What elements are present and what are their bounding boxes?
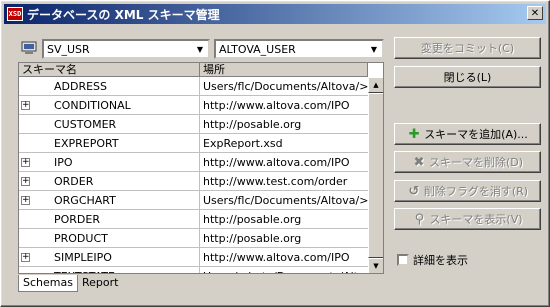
table-row[interactable]: EXPREPORT ExpReport.xsd — [19, 134, 368, 153]
location-cell: Users/flc/Documents/Altova/> — [203, 193, 368, 207]
database-icon — [21, 41, 37, 54]
clear-delete-flag-label: 削除フラグを消す(R) — [423, 185, 529, 198]
location-cell: ExpReport.xsd — [203, 136, 283, 150]
schema-name: CUSTOMER — [54, 117, 117, 131]
schema-name-cell: + IPO — [19, 153, 200, 171]
checkbox-box[interactable] — [397, 254, 409, 266]
table-row[interactable]: + CONDITIONAL http://www.altova.com/IPO — [19, 96, 368, 115]
location-cell: http://www.altova.com/IPO — [203, 98, 350, 112]
schema-manager-dialog: XSD データベースの XML スキーマ管理 ✕ SV_USR ▼ ALTOVA… — [0, 0, 550, 307]
location-cell: Users/mhata/Documents/Altov — [200, 267, 368, 274]
table-row[interactable]: + ORGCHART Users/flc/Documents/Altova/> — [19, 191, 368, 210]
schema-name-cell: + ORGCHART — [19, 191, 200, 209]
table-row[interactable]: ADDRESS Users/flc/Documents/Altova/> — [19, 77, 368, 96]
location-cell: http://posable.org — [203, 231, 302, 245]
schema-name: SIMPLEIPO — [54, 250, 112, 264]
add-schema-button[interactable]: ✚ スキーマを追加(A)... — [394, 123, 541, 145]
tab-report[interactable]: Report — [78, 275, 122, 292]
schema-name-cell: + SIMPLEIPO — [19, 248, 200, 266]
schema-grid: スキーマ名 場所 ADDRESS Users/flc/Documents/Alto… — [18, 62, 384, 274]
show-schema-label: スキーマを表示(V) — [429, 213, 523, 226]
show-details-checkbox[interactable]: 詳細を表示 — [397, 252, 468, 268]
schema-name-cell: CUSTOMER — [19, 115, 200, 133]
schema-owner-select[interactable]: SV_USR ▼ — [42, 39, 210, 59]
table-row[interactable]: PRODUCT http://posable.org — [19, 229, 368, 248]
schema-name: IPO — [54, 155, 73, 169]
scroll-up-arrow-icon[interactable]: ▲ — [368, 77, 383, 93]
schema-name-cell: EXPREPORT — [19, 134, 200, 152]
user-value: ALTOVA_USER — [219, 42, 296, 56]
schema-name-cell: PRODUCT — [19, 229, 200, 247]
column-header-location[interactable]: 場所 — [200, 63, 368, 77]
xsd-app-icon: XSD — [7, 7, 23, 21]
location-cell: Users/flc/Documents/Altova/> — [203, 79, 368, 93]
expand-plus-icon[interactable]: + — [21, 176, 30, 186]
vertical-scrollbar[interactable]: ▲ ▼ — [368, 77, 383, 273]
table-row[interactable]: + IPO http://www.altova.com/IPO — [19, 153, 368, 172]
schema-name: PRODUCT — [54, 231, 108, 245]
plus-icon: ✚ — [408, 126, 420, 142]
delete-schema-button[interactable]: ✖ スキーマを削除(D) — [394, 151, 541, 173]
schema-name: EXPREPORT — [54, 136, 119, 150]
schema-name: ORGCHART — [54, 193, 116, 207]
table-row[interactable]: + ORDER http://www.test.com/order — [19, 172, 368, 191]
schema-name: PORDER — [54, 212, 100, 226]
schema-name-cell: PORDER — [19, 210, 200, 228]
close-window-button[interactable]: ✕ — [527, 6, 543, 20]
magnifier-icon: ⚲ — [414, 211, 425, 227]
undo-icon: ↺ — [408, 183, 420, 199]
show-schema-button[interactable]: ⚲ スキーマを表示(V) — [394, 208, 541, 230]
clear-delete-flag-button[interactable]: ↺ 削除フラグを消す(R) — [394, 180, 541, 202]
location-cell: http://www.test.com/order — [203, 174, 348, 188]
delete-x-icon: ✖ — [413, 154, 425, 170]
scroll-down-arrow-icon[interactable]: ▼ — [368, 258, 383, 273]
chevron-down-icon[interactable]: ▼ — [192, 41, 208, 57]
table-row[interactable]: TEXTSTATE Users/mhata/Documents/Altov — [19, 267, 368, 274]
schema-owner-value: SV_USR — [47, 42, 90, 56]
column-header-schema-name[interactable]: スキーマ名 — [19, 63, 200, 77]
table-row[interactable]: + SIMPLEIPO http://www.altova.com/IPO — [19, 248, 368, 267]
expand-plus-icon[interactable]: + — [21, 195, 30, 205]
location-cell: http://www.altova.com/IPO — [203, 250, 350, 264]
table-row[interactable]: CUSTOMER http://posable.org — [19, 115, 368, 134]
close-label: 閉じる(L) — [443, 71, 492, 84]
table-row[interactable]: PORDER http://posable.org — [19, 210, 368, 229]
close-button[interactable]: 閉じる(L) — [394, 66, 541, 88]
expand-plus-icon[interactable]: + — [21, 252, 30, 262]
chevron-down-icon[interactable]: ▼ — [366, 41, 382, 57]
add-schema-label: スキーマを追加(A)... — [424, 128, 528, 141]
grid-rows: ADDRESS Users/flc/Documents/Altova/> + COND… — [19, 77, 368, 274]
grid-header: スキーマ名 場所 — [19, 63, 368, 77]
scroll-thumb[interactable] — [368, 93, 383, 258]
schema-name: ADDRESS — [54, 79, 108, 93]
delete-schema-label: スキーマを削除(D) — [428, 156, 524, 169]
show-details-label: 詳細を表示 — [413, 254, 468, 267]
location-cell: http://posable.org — [203, 117, 302, 131]
location-cell: http://posable.org — [203, 212, 302, 226]
commit-changes-label: 変更をコミット(C) — [420, 42, 515, 55]
schema-name-cell: + ORDER — [19, 172, 200, 190]
location-cell: http://www.altova.com/IPO — [203, 155, 350, 169]
window-title: データベースの XML スキーマ管理 — [27, 7, 220, 22]
schema-name: TEXTSTATE — [54, 270, 115, 274]
commit-changes-button[interactable]: 変更をコミット(C) — [394, 37, 541, 59]
schema-name: ORDER — [54, 174, 94, 188]
title-bar: XSD データベースの XML スキーマ管理 ✕ — [4, 4, 546, 24]
schema-name: CONDITIONAL — [54, 98, 131, 112]
tab-schemas[interactable]: Schemas — [18, 275, 78, 292]
expand-plus-icon[interactable]: + — [21, 157, 30, 167]
schema-name-cell: ADDRESS — [19, 77, 200, 95]
user-select[interactable]: ALTOVA_USER ▼ — [214, 39, 384, 59]
schema-name-cell: + CONDITIONAL — [19, 96, 200, 114]
tab-strip: Schemas Report — [18, 275, 122, 293]
expand-plus-icon[interactable]: + — [21, 100, 30, 110]
schema-name-cell: TEXTSTATE — [19, 267, 200, 274]
